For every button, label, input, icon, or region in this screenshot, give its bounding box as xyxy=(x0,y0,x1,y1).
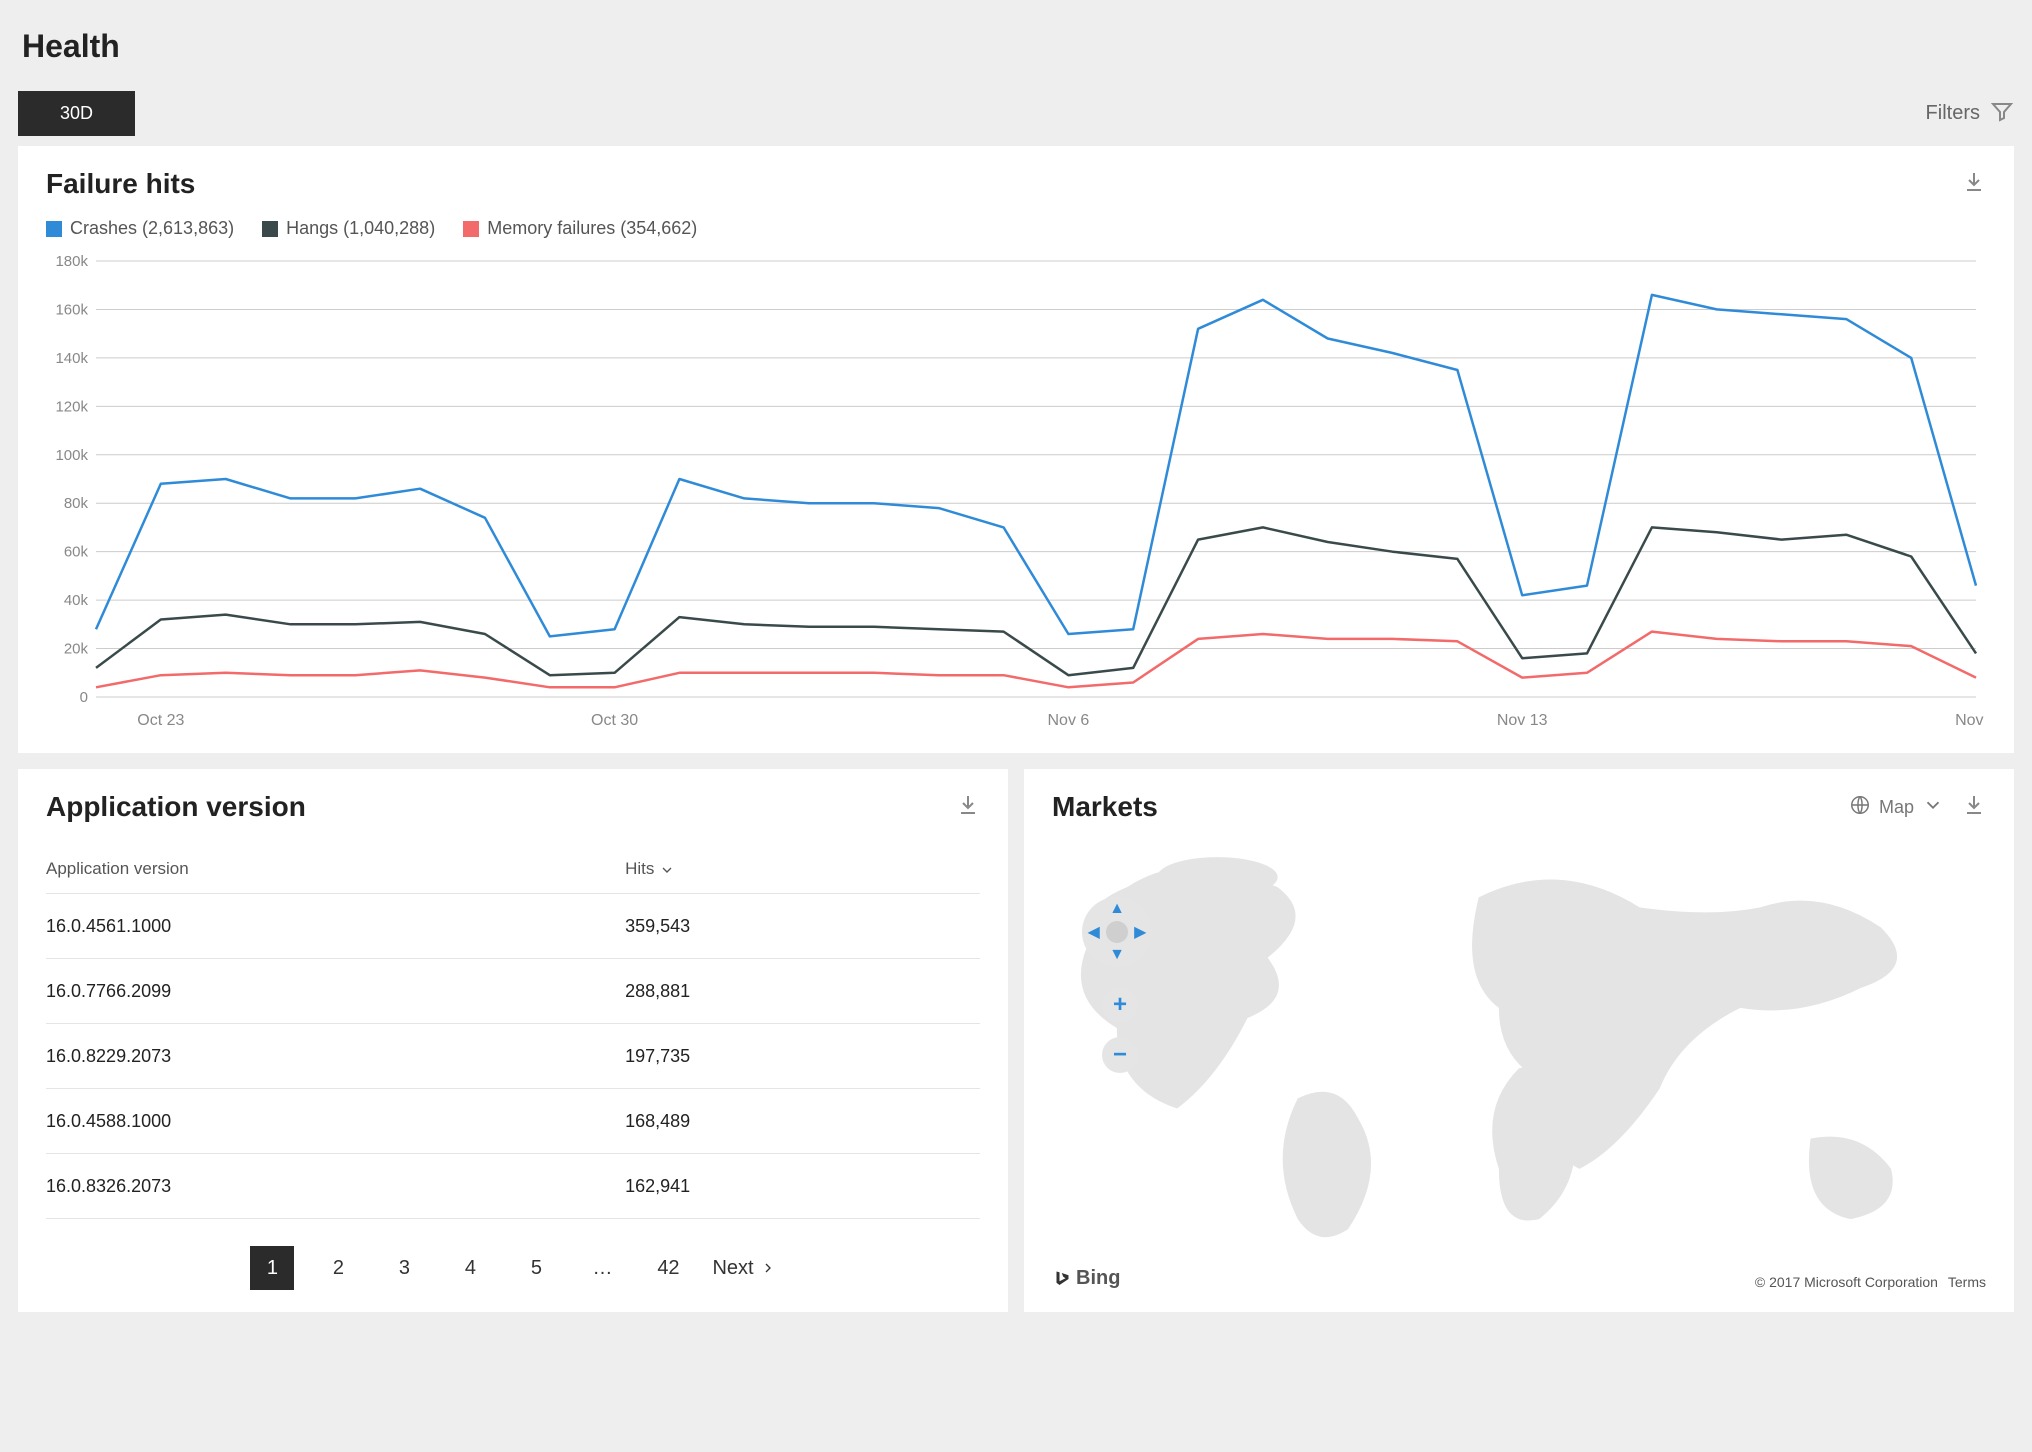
col-version-header[interactable]: Application version xyxy=(46,859,625,879)
chevron-down-icon xyxy=(659,859,675,878)
cell-hits: 162,941 xyxy=(625,1176,980,1197)
filters-label: Filters xyxy=(1926,102,1980,125)
page-button[interactable]: 42 xyxy=(646,1246,690,1290)
legend-memory[interactable]: Memory failures (354,662) xyxy=(463,218,697,239)
legend-label: Memory failures (354,662) xyxy=(487,218,697,239)
svg-text:100k: 100k xyxy=(55,447,88,464)
cell-hits: 168,489 xyxy=(625,1111,980,1132)
chevron-down-icon xyxy=(1922,794,1944,821)
cell-version: 16.0.8229.2073 xyxy=(46,1046,625,1067)
svg-text:180k: 180k xyxy=(55,253,88,270)
page-button[interactable]: 3 xyxy=(382,1246,426,1290)
table-header: Application version Hits xyxy=(46,845,980,894)
svg-text:20k: 20k xyxy=(64,641,89,658)
legend-swatch xyxy=(262,221,278,237)
pan-up-icon[interactable]: ▲ xyxy=(1109,900,1125,918)
legend-swatch xyxy=(46,221,62,237)
svg-text:60k: 60k xyxy=(64,544,89,561)
cell-version: 16.0.4561.1000 xyxy=(46,916,625,937)
col-hits-header[interactable]: Hits xyxy=(625,859,980,879)
download-chart-button[interactable] xyxy=(1962,170,1986,199)
page-next-button[interactable]: Next xyxy=(712,1257,775,1280)
markets-title: Markets xyxy=(1052,791,1158,823)
page-button[interactable]: 5 xyxy=(514,1246,558,1290)
svg-text:40k: 40k xyxy=(64,592,89,609)
pan-center[interactable] xyxy=(1106,921,1128,943)
svg-text:Oct 30: Oct 30 xyxy=(591,712,638,729)
svg-text:Nov 6: Nov 6 xyxy=(1048,712,1090,729)
page-button[interactable]: 2 xyxy=(316,1246,360,1290)
cell-hits: 359,543 xyxy=(625,916,980,937)
page-button[interactable]: 1 xyxy=(250,1246,294,1290)
svg-text:80k: 80k xyxy=(64,495,89,512)
cell-version: 16.0.4588.1000 xyxy=(46,1111,625,1132)
download-versions-button[interactable] xyxy=(956,793,980,822)
map-toggle-label: Map xyxy=(1879,797,1914,818)
svg-text:140k: 140k xyxy=(55,350,88,367)
pan-right-icon[interactable]: ▶ xyxy=(1134,922,1146,942)
table-row[interactable]: 16.0.4561.1000359,543 xyxy=(46,894,980,959)
svg-text:Oct 23: Oct 23 xyxy=(137,712,184,729)
failure-hits-title: Failure hits xyxy=(46,168,195,200)
markets-map[interactable]: ▲ ◀ ▶ ▼ + − xyxy=(1052,837,1986,1259)
application-version-table: Application version Hits 16.0.4561.10003… xyxy=(46,845,980,1220)
svg-text:0: 0 xyxy=(80,689,88,706)
failure-hits-card: Failure hits Crashes (2,613,863) Hangs (… xyxy=(18,146,2014,753)
svg-text:160k: 160k xyxy=(55,301,88,318)
cell-hits: 197,735 xyxy=(625,1046,980,1067)
chart-legend: Crashes (2,613,863) Hangs (1,040,288) Me… xyxy=(46,218,1986,239)
pan-down-icon[interactable]: ▼ xyxy=(1109,946,1125,964)
download-markets-button[interactable] xyxy=(1962,793,1986,822)
table-row[interactable]: 16.0.8326.2073162,941 xyxy=(46,1154,980,1219)
page-title: Health xyxy=(22,28,2014,65)
map-nav-pad[interactable]: ▲ ◀ ▶ ▼ xyxy=(1082,897,1152,967)
bing-logo: Bing xyxy=(1052,1267,1120,1290)
zoom-in-button[interactable]: + xyxy=(1102,987,1138,1023)
filter-icon xyxy=(1990,99,2014,129)
cell-hits: 288,881 xyxy=(625,981,980,1002)
map-toggle[interactable]: Map xyxy=(1849,794,1944,821)
application-version-title: Application version xyxy=(46,791,306,823)
svg-text:Nov 2: Nov 2 xyxy=(1955,712,1986,729)
cell-version: 16.0.7766.2099 xyxy=(46,981,625,1002)
pan-left-icon[interactable]: ◀ xyxy=(1088,922,1100,942)
markets-card: Markets Map xyxy=(1024,769,2014,1312)
table-row[interactable]: 16.0.8229.2073197,735 xyxy=(46,1024,980,1089)
svg-text:120k: 120k xyxy=(55,398,88,415)
table-row[interactable]: 16.0.7766.2099288,881 xyxy=(46,959,980,1024)
map-footer: Bing © 2017 Microsoft Corporation Terms xyxy=(1052,1267,1986,1290)
zoom-out-button[interactable]: − xyxy=(1102,1037,1138,1073)
filters-button[interactable]: Filters xyxy=(1926,99,2014,129)
time-range-button[interactable]: 30D xyxy=(18,91,135,136)
failure-hits-chart: 0 20k 40k 60k 80k 100k 120k 140k 160k 180k Oct 23 O… xyxy=(46,251,1986,731)
pagination: 12345 … 42 Next xyxy=(46,1246,980,1290)
legend-hangs[interactable]: Hangs (1,040,288) xyxy=(262,218,435,239)
page-button[interactable]: 4 xyxy=(448,1246,492,1290)
globe-icon xyxy=(1849,794,1871,821)
table-row[interactable]: 16.0.4588.1000168,489 xyxy=(46,1089,980,1154)
topbar: 30D Filters xyxy=(18,91,2014,136)
legend-label: Hangs (1,040,288) xyxy=(286,218,435,239)
application-version-card: Application version Application version … xyxy=(18,769,1008,1312)
page-ellipsis: … xyxy=(580,1246,624,1290)
cell-version: 16.0.8326.2073 xyxy=(46,1176,625,1197)
svg-text:Nov 13: Nov 13 xyxy=(1497,712,1548,729)
legend-label: Crashes (2,613,863) xyxy=(70,218,234,239)
map-terms-link[interactable]: Terms xyxy=(1948,1274,1986,1290)
legend-crashes[interactable]: Crashes (2,613,863) xyxy=(46,218,234,239)
map-attribution: © 2017 Microsoft Corporation xyxy=(1755,1274,1938,1290)
legend-swatch xyxy=(463,221,479,237)
